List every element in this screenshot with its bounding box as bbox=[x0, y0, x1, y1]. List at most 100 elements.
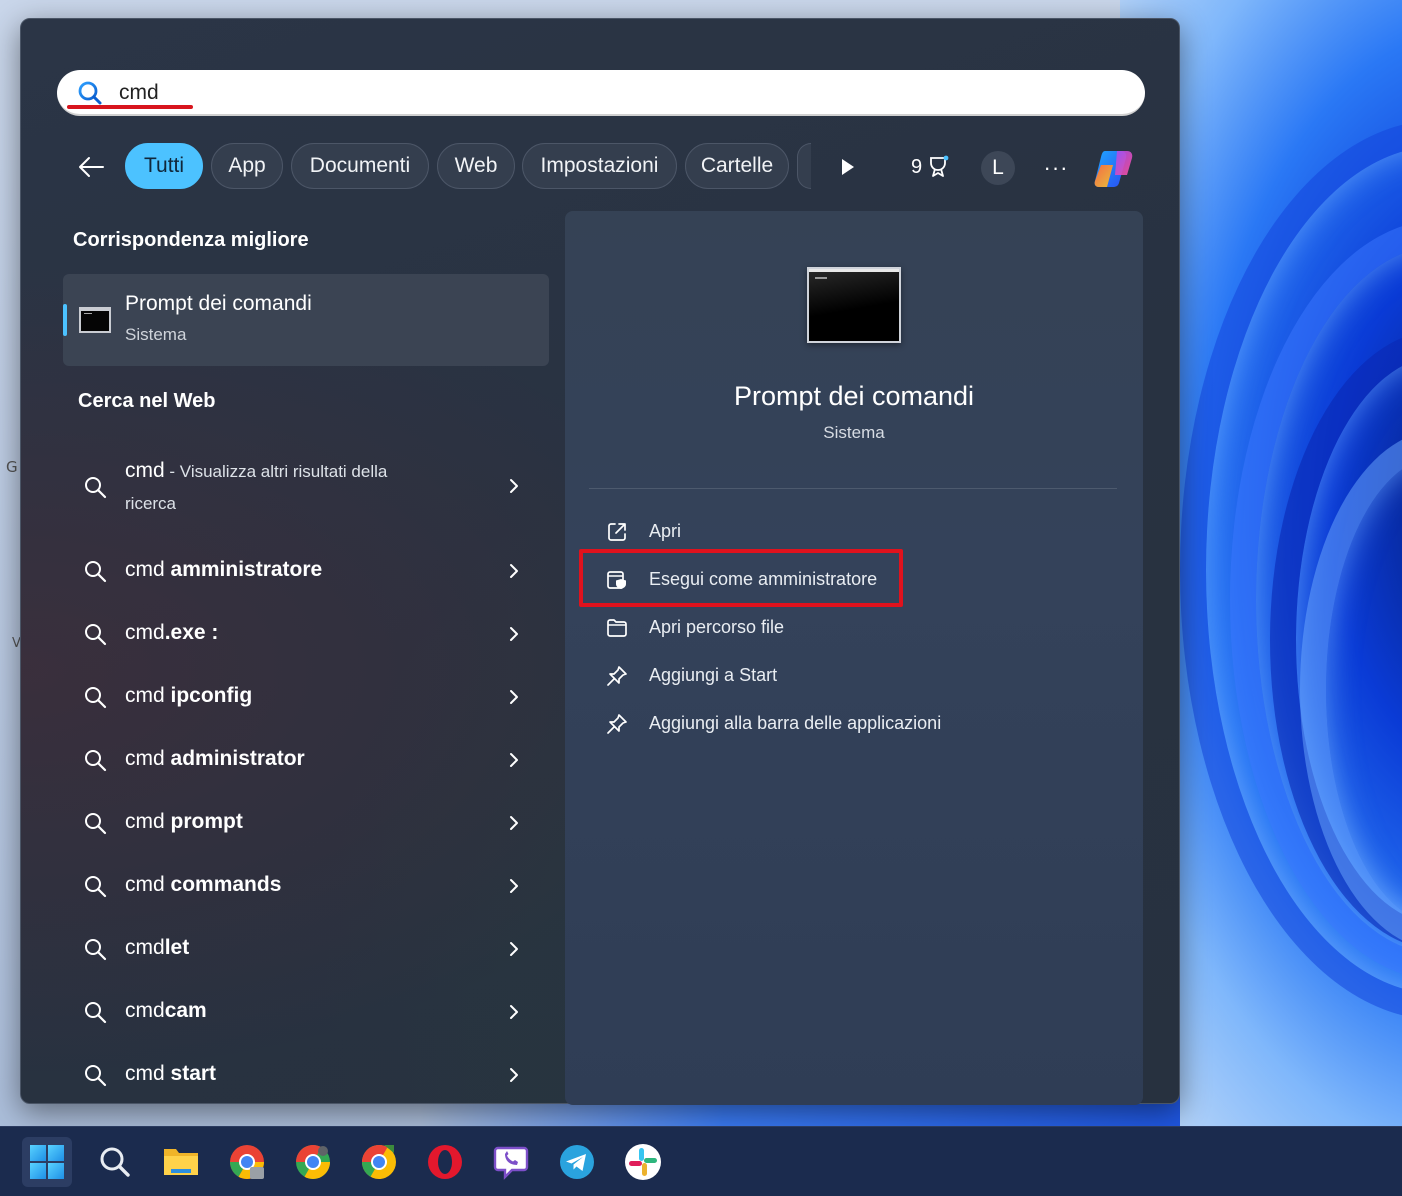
list-item[interactable]: cmdcam bbox=[63, 984, 549, 1040]
selection-indicator bbox=[63, 304, 67, 336]
action-pin-to-start[interactable]: Aggiungi a Start bbox=[605, 660, 1105, 692]
search-icon bbox=[85, 1002, 107, 1024]
viber-icon bbox=[493, 1146, 529, 1180]
folder-icon bbox=[607, 619, 627, 637]
file-explorer-icon bbox=[164, 1149, 198, 1175]
taskbar-file-explorer[interactable] bbox=[156, 1137, 206, 1187]
web-result-text: cmd administrator bbox=[125, 747, 305, 770]
tab-impostazioni[interactable]: Impostazioni bbox=[522, 143, 677, 189]
list-item[interactable]: cmd ipconfig bbox=[63, 669, 549, 725]
chrome-canary-icon bbox=[362, 1145, 396, 1179]
web-result-text: cmd prompt bbox=[125, 810, 243, 833]
web-result-text: cmd - Visualizza altri risultati della bbox=[125, 459, 388, 482]
scroll-right-icon[interactable] bbox=[833, 153, 861, 181]
preview-pane: Prompt dei comandi Sistema Apri Esegui c… bbox=[565, 211, 1143, 1105]
web-result-text-continued: ricerca bbox=[125, 494, 177, 513]
chevron-right-icon bbox=[510, 1005, 518, 1019]
opera-icon bbox=[428, 1145, 462, 1179]
list-item[interactable]: cmd start bbox=[63, 1047, 549, 1103]
action-label: Aggiungi alla barra delle applicazioni bbox=[649, 713, 942, 733]
taskbar-slack[interactable] bbox=[618, 1137, 668, 1187]
action-open[interactable]: Apri bbox=[605, 516, 1105, 548]
taskbar bbox=[0, 1126, 1402, 1196]
pin-icon bbox=[607, 714, 627, 734]
list-item[interactable]: cmd.exe : bbox=[63, 606, 549, 662]
action-pin-to-taskbar[interactable]: Aggiungi alla barra delle applicazioni bbox=[605, 708, 1105, 740]
best-match-item[interactable]: Prompt dei comandi Sistema bbox=[63, 274, 549, 366]
copilot-icon[interactable] bbox=[1091, 147, 1135, 189]
start-icon bbox=[30, 1145, 64, 1179]
chevron-right-icon bbox=[510, 1068, 518, 1082]
taskbar-chrome[interactable] bbox=[222, 1137, 272, 1187]
web-result-text: cmd ipconfig bbox=[125, 684, 253, 707]
search-icon bbox=[85, 687, 107, 709]
list-item[interactable]: cmd amministratore bbox=[63, 543, 549, 599]
action-label: Apri bbox=[649, 521, 682, 541]
action-label: Aggiungi a Start bbox=[649, 665, 778, 685]
web-result-text: cmd amministratore bbox=[125, 558, 323, 581]
web-search-heading: Cerca nel Web bbox=[78, 390, 216, 412]
list-item[interactable]: cmd prompt bbox=[63, 795, 549, 851]
start-button[interactable] bbox=[22, 1137, 72, 1187]
web-result-text: cmd.exe : bbox=[125, 621, 219, 644]
taskbar-chrome-dev[interactable] bbox=[288, 1137, 338, 1187]
list-item[interactable]: cmd commands bbox=[63, 858, 549, 914]
command-prompt-icon bbox=[79, 307, 111, 333]
chevron-right-icon bbox=[510, 690, 518, 704]
more-options-icon[interactable]: ··· bbox=[1039, 151, 1073, 185]
filter-bar: Tutti App Documenti Web Impostazioni Car… bbox=[71, 143, 1151, 191]
search-icon bbox=[78, 81, 102, 105]
tab-overflow-partial[interactable] bbox=[797, 143, 811, 189]
taskbar-chrome-canary[interactable] bbox=[354, 1137, 404, 1187]
list-item[interactable]: cmd - Visualizza altri risultati della r… bbox=[63, 449, 549, 523]
tab-web[interactable]: Web bbox=[437, 143, 515, 189]
action-open-file-location[interactable]: Apri percorso file bbox=[605, 612, 1105, 644]
search-icon bbox=[85, 813, 107, 835]
list-item[interactable]: cmdlet bbox=[63, 921, 549, 977]
chrome-icon bbox=[230, 1145, 264, 1179]
chevron-right-icon bbox=[510, 879, 518, 893]
search-icon bbox=[85, 876, 107, 898]
tab-documenti[interactable]: Documenti bbox=[291, 143, 429, 189]
rewards-points[interactable]: 9 bbox=[911, 151, 950, 183]
web-result-text: cmdlet bbox=[125, 936, 190, 959]
best-match-subtitle: Sistema bbox=[125, 325, 187, 344]
web-result-text: cmd start bbox=[125, 1062, 217, 1085]
search-icon bbox=[85, 624, 107, 646]
preview-title: Prompt dei comandi bbox=[733, 381, 975, 411]
taskbar-telegram[interactable] bbox=[552, 1137, 602, 1187]
search-icon bbox=[100, 1147, 130, 1177]
chevron-right-icon bbox=[510, 479, 518, 493]
search-icon bbox=[85, 750, 107, 772]
telegram-icon bbox=[560, 1145, 594, 1179]
command-prompt-icon bbox=[807, 267, 901, 343]
chevron-right-icon bbox=[510, 627, 518, 641]
back-button[interactable] bbox=[71, 149, 111, 185]
background-text: G bbox=[6, 458, 18, 476]
tab-tutti[interactable]: Tutti bbox=[125, 143, 203, 189]
divider bbox=[589, 488, 1117, 489]
search-icon bbox=[85, 1065, 107, 1087]
list-item[interactable]: cmd administrator bbox=[63, 732, 549, 788]
chevron-right-icon bbox=[510, 564, 518, 578]
search-icon bbox=[85, 939, 107, 961]
annotation-highlight-box bbox=[579, 549, 903, 607]
avatar[interactable]: L bbox=[981, 151, 1015, 185]
search-box[interactable] bbox=[57, 70, 1145, 116]
best-match-heading: Corrispondenza migliore bbox=[73, 229, 309, 251]
annotation-underline bbox=[67, 105, 193, 109]
arrow-left-icon bbox=[79, 157, 104, 177]
slack-icon bbox=[625, 1144, 661, 1180]
search-input[interactable] bbox=[119, 76, 1019, 110]
taskbar-viber[interactable] bbox=[486, 1137, 536, 1187]
chevron-right-icon bbox=[510, 942, 518, 956]
chevron-right-icon bbox=[510, 816, 518, 830]
taskbar-search-button[interactable] bbox=[90, 1137, 140, 1187]
start-search-panel: Tutti App Documenti Web Impostazioni Car… bbox=[20, 18, 1180, 1105]
tab-app[interactable]: App bbox=[211, 143, 283, 189]
search-icon bbox=[85, 561, 107, 583]
rewards-trophy-icon bbox=[930, 155, 949, 177]
taskbar-opera[interactable] bbox=[420, 1137, 470, 1187]
tab-cartelle[interactable]: Cartelle bbox=[685, 143, 789, 189]
search-icon bbox=[85, 477, 107, 499]
